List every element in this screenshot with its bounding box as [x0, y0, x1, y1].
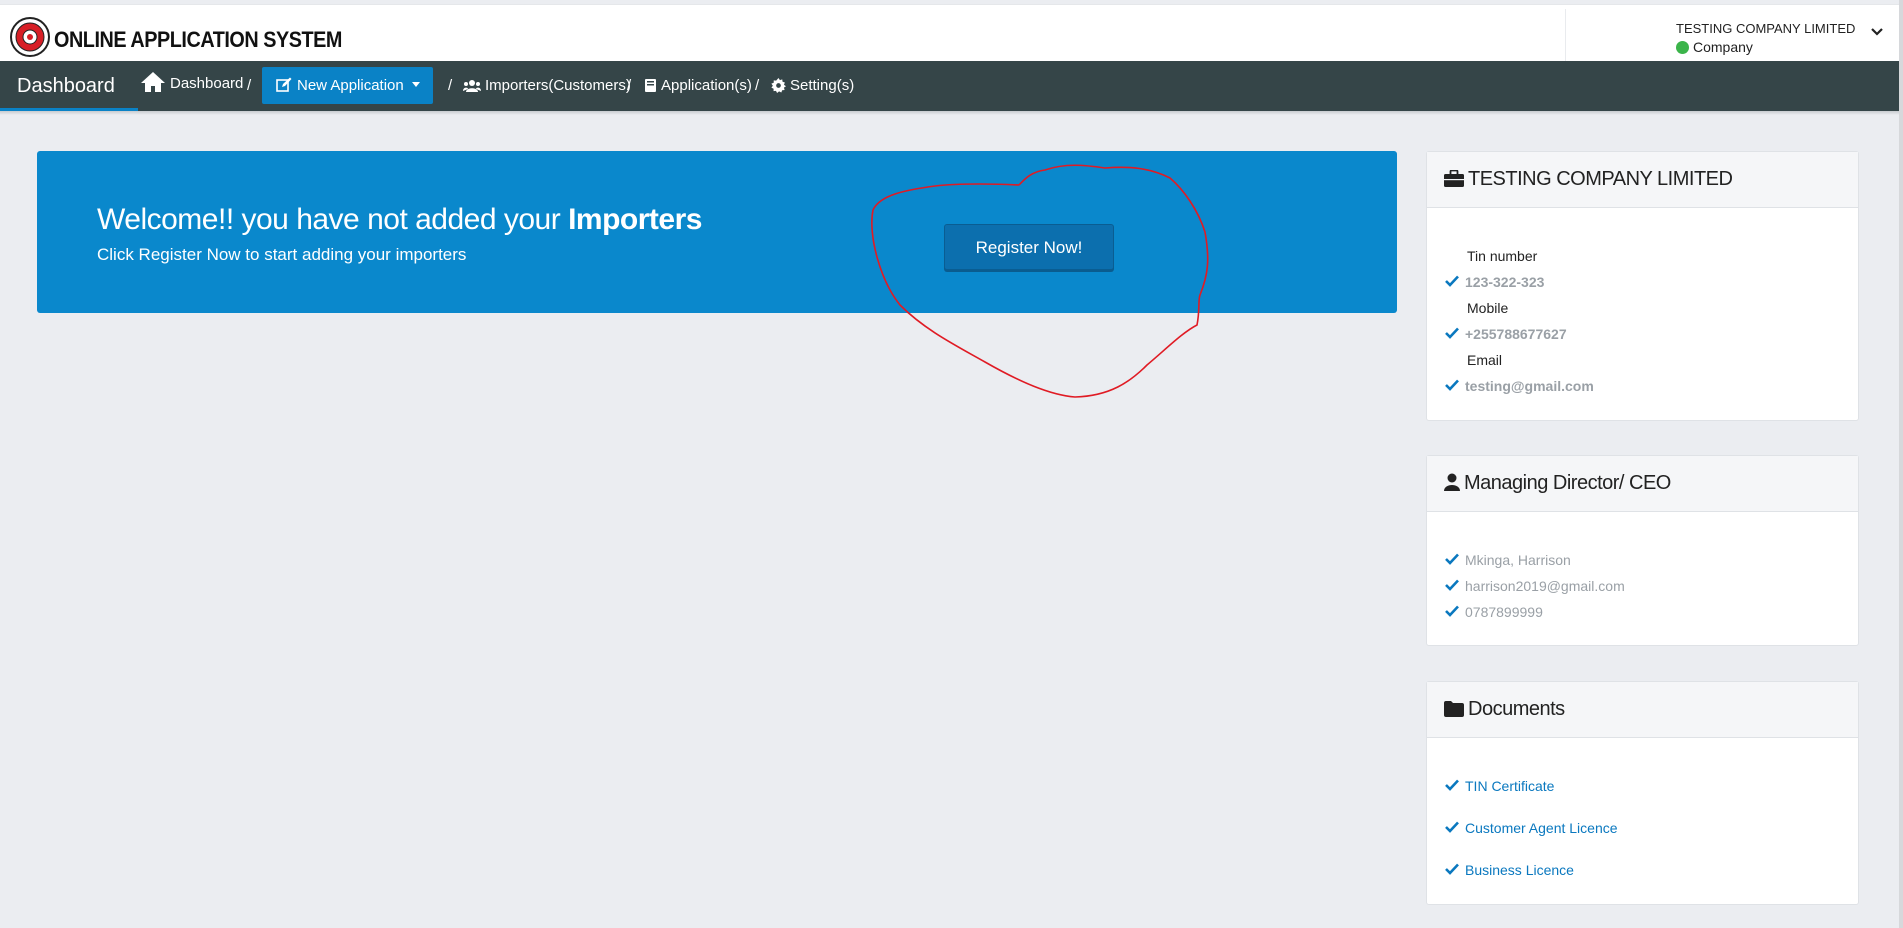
check-icon: [1445, 274, 1465, 290]
welcome-heading: Welcome!! you have not added your Import…: [97, 203, 702, 236]
main-navbar: Dashboard Dashboard / New Application / …: [0, 61, 1899, 112]
online-status-icon: [1676, 41, 1689, 54]
nav-applications-link[interactable]: Application(s): [644, 61, 752, 111]
nav-importers-link[interactable]: Importers(Customers): [463, 61, 631, 111]
gear-icon: [771, 78, 786, 93]
director-name-row: Mkinga, Harrison: [1445, 552, 1571, 568]
nav-brand[interactable]: Dashboard: [0, 61, 138, 111]
document-item[interactable]: TIN Certificate: [1445, 778, 1554, 794]
breadcrumb-separator: /: [448, 77, 453, 94]
user-name: TESTING COMPANY LIMITED: [1676, 21, 1856, 36]
tin-certificate-link[interactable]: TIN Certificate: [1465, 778, 1554, 794]
book-icon: [645, 79, 656, 92]
user-menu[interactable]: TESTING COMPANY LIMITED Company: [1565, 9, 1900, 65]
user-role: Company: [1676, 39, 1753, 55]
email-label: Email: [1467, 352, 1503, 368]
director-phone-row: 0787899999: [1445, 604, 1543, 620]
logo-icon: [10, 17, 50, 57]
user-icon: [1444, 473, 1460, 491]
business-licence-link[interactable]: Business Licence: [1465, 862, 1574, 878]
check-icon: [1445, 552, 1465, 568]
folder-icon: [1444, 701, 1464, 717]
mobile-row: +255788677627: [1445, 326, 1567, 342]
new-application-dropdown-button[interactable]: New Application: [262, 67, 433, 104]
navbar-shadow: [0, 111, 1899, 115]
director-email-row: harrison2019@gmail.com: [1445, 578, 1625, 594]
document-item[interactable]: Customer Agent Licence: [1445, 820, 1618, 836]
tin-row: 123-322-323: [1445, 274, 1544, 290]
breadcrumb-separator: /: [755, 77, 760, 94]
users-icon: [463, 80, 481, 92]
document-item[interactable]: Business Licence: [1445, 862, 1574, 878]
check-icon: [1445, 778, 1465, 794]
check-icon: [1445, 578, 1465, 594]
chevron-down-icon[interactable]: [1871, 27, 1883, 37]
director-card-header: Managing Director/ CEO: [1427, 456, 1858, 512]
tin-label: Tin number: [1467, 248, 1538, 264]
nav-dashboard-link[interactable]: Dashboard: [140, 61, 243, 111]
check-icon: [1445, 326, 1465, 342]
company-card-header: TESTING COMPANY LIMITED: [1427, 152, 1858, 208]
company-info-card: TESTING COMPANY LIMITED Tin number 123-3…: [1426, 151, 1859, 421]
check-icon: [1445, 820, 1465, 836]
app-title: ONLINE APPLICATION SYSTEM: [54, 27, 342, 52]
welcome-banner: Welcome!! you have not added your Import…: [37, 151, 1397, 313]
page-scrollbar[interactable]: [1899, 0, 1903, 928]
top-header: ONLINE APPLICATION SYSTEM TESTING COMPAN…: [0, 4, 1899, 65]
briefcase-icon: [1444, 169, 1464, 187]
welcome-subtext: Click Register Now to start adding your …: [97, 245, 467, 264]
register-now-button[interactable]: Register Now!: [944, 224, 1114, 270]
caret-down-icon: [411, 82, 420, 87]
breadcrumb-separator: /: [247, 77, 252, 94]
nav-settings-link[interactable]: Setting(s): [771, 61, 854, 111]
breadcrumb-separator: /: [627, 77, 632, 94]
check-icon: [1445, 604, 1465, 620]
check-icon: [1445, 862, 1465, 878]
mobile-label: Mobile: [1467, 300, 1509, 316]
documents-card-header: Documents: [1427, 682, 1858, 738]
documents-card: Documents TIN Certificate Customer Agent…: [1426, 681, 1859, 905]
edit-icon: [276, 77, 292, 92]
director-info-card: Managing Director/ CEO Mkinga, Harrison …: [1426, 455, 1859, 646]
email-row: testing@gmail.com: [1445, 378, 1594, 394]
home-icon: [141, 72, 165, 92]
customer-agent-licence-link[interactable]: Customer Agent Licence: [1465, 820, 1618, 836]
check-icon: [1445, 378, 1465, 394]
